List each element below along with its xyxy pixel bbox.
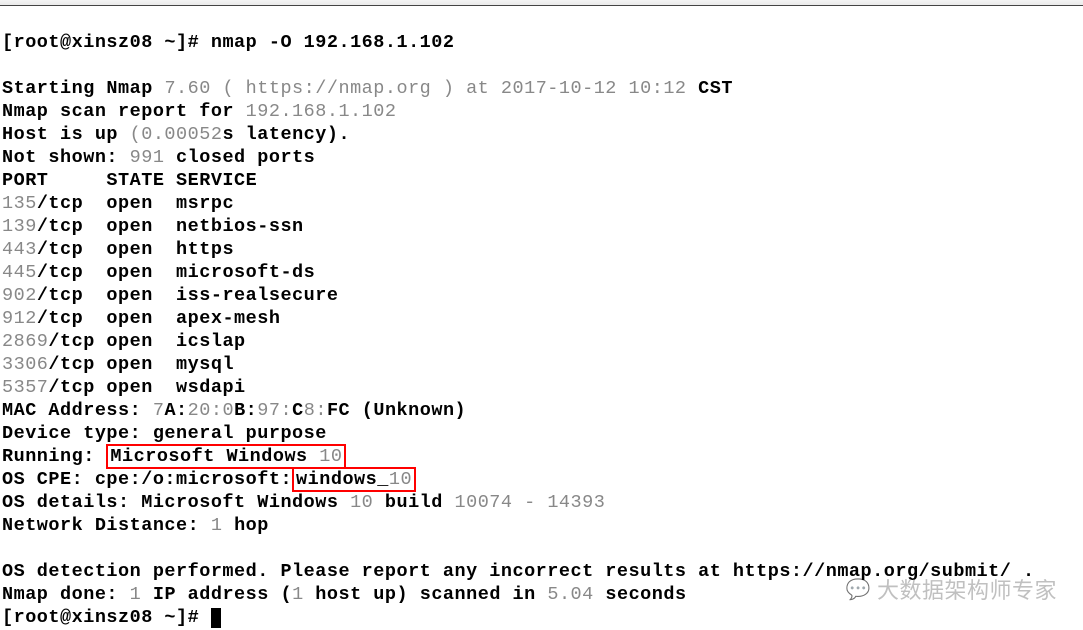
os-details-d: 10074 - 14393	[455, 492, 606, 513]
done-b: 1	[130, 584, 153, 605]
mac-b: 7	[153, 400, 165, 421]
port-info: /tcp open msrpc	[37, 193, 234, 214]
not-shown-b: 991	[130, 147, 176, 168]
scan-report-b: 192.168.1.102	[246, 101, 397, 122]
port-table-header: PORT STATE SERVICE	[2, 170, 257, 191]
net-distance-b: 1	[211, 515, 234, 536]
net-distance-a: Network Distance:	[2, 515, 211, 536]
port-info: /tcp open wsdapi	[48, 377, 245, 398]
window-menubar-separator	[0, 0, 1083, 6]
highlight-cpe: windows_10	[292, 467, 416, 492]
shell-prompt[interactable]: [root@xinsz08 ~]#	[2, 607, 211, 628]
port-info: /tcp open mysql	[48, 354, 234, 375]
starting-line-a: Starting Nmap	[2, 78, 164, 99]
done-g: seconds	[605, 584, 686, 605]
net-distance-c: hop	[234, 515, 269, 536]
port-info: /tcp open icslap	[48, 331, 245, 352]
done-a: Nmap done:	[2, 584, 130, 605]
host-up-b: (0.00052	[130, 124, 223, 145]
done-e: host up) scanned in	[315, 584, 547, 605]
terminal-output: [root@xinsz08 ~]# nmap -O 192.168.1.102 …	[2, 8, 1081, 629]
starting-line-b: 7.60 ( https://nmap.org ) at 2017-10-12 …	[164, 78, 698, 99]
os-details-c: build	[385, 492, 455, 513]
mac-d: 20:0	[188, 400, 234, 421]
done-f: 5.04	[547, 584, 605, 605]
port-info: /tcp open https	[37, 239, 234, 260]
port-info: /tcp open apex-mesh	[37, 308, 281, 329]
mac-i: FC (Unknown)	[327, 400, 466, 421]
port-info: /tcp open iss-realsecure	[37, 285, 339, 306]
footer-line: OS detection performed. Please report an…	[2, 561, 1035, 582]
highlight-os: Microsoft Windows 10	[106, 444, 346, 469]
port-num: 443	[2, 239, 37, 260]
device-type: Device type: general purpose	[2, 423, 327, 444]
mac-h: 8:	[304, 400, 327, 421]
not-shown-a: Not shown:	[2, 147, 130, 168]
port-num: 445	[2, 262, 37, 283]
shell-prompt: [root@xinsz08 ~]#	[2, 32, 211, 53]
mac-g: C	[292, 400, 304, 421]
port-num: 5357	[2, 377, 48, 398]
mac-a: MAC Address:	[2, 400, 153, 421]
mac-e: B:	[234, 400, 257, 421]
host-up-c: s latency).	[222, 124, 350, 145]
done-d: 1	[292, 584, 315, 605]
mac-c: A:	[164, 400, 187, 421]
scan-report-a: Nmap scan report for	[2, 101, 246, 122]
host-up-a: Host is up	[2, 124, 130, 145]
not-shown-c: closed ports	[176, 147, 315, 168]
os-details-a: OS details: Microsoft Windows	[2, 492, 350, 513]
terminal-cursor[interactable]	[211, 608, 221, 628]
mac-f: 97:	[257, 400, 292, 421]
cpe-label: OS CPE: cpe:/o:microsoft:	[2, 469, 292, 490]
os-details-b: 10	[350, 492, 385, 513]
port-num: 2869	[2, 331, 48, 352]
running-label: Running:	[2, 446, 106, 467]
starting-line-c: CST	[698, 78, 733, 99]
port-num: 912	[2, 308, 37, 329]
command-text: nmap -O 192.168.1.102	[211, 32, 455, 53]
port-num: 3306	[2, 354, 48, 375]
port-info: /tcp open microsoft-ds	[37, 262, 315, 283]
done-c: IP address (	[153, 584, 292, 605]
port-num: 139	[2, 216, 37, 237]
port-num: 902	[2, 285, 37, 306]
port-num: 135	[2, 193, 37, 214]
port-info: /tcp open netbios-ssn	[37, 216, 304, 237]
